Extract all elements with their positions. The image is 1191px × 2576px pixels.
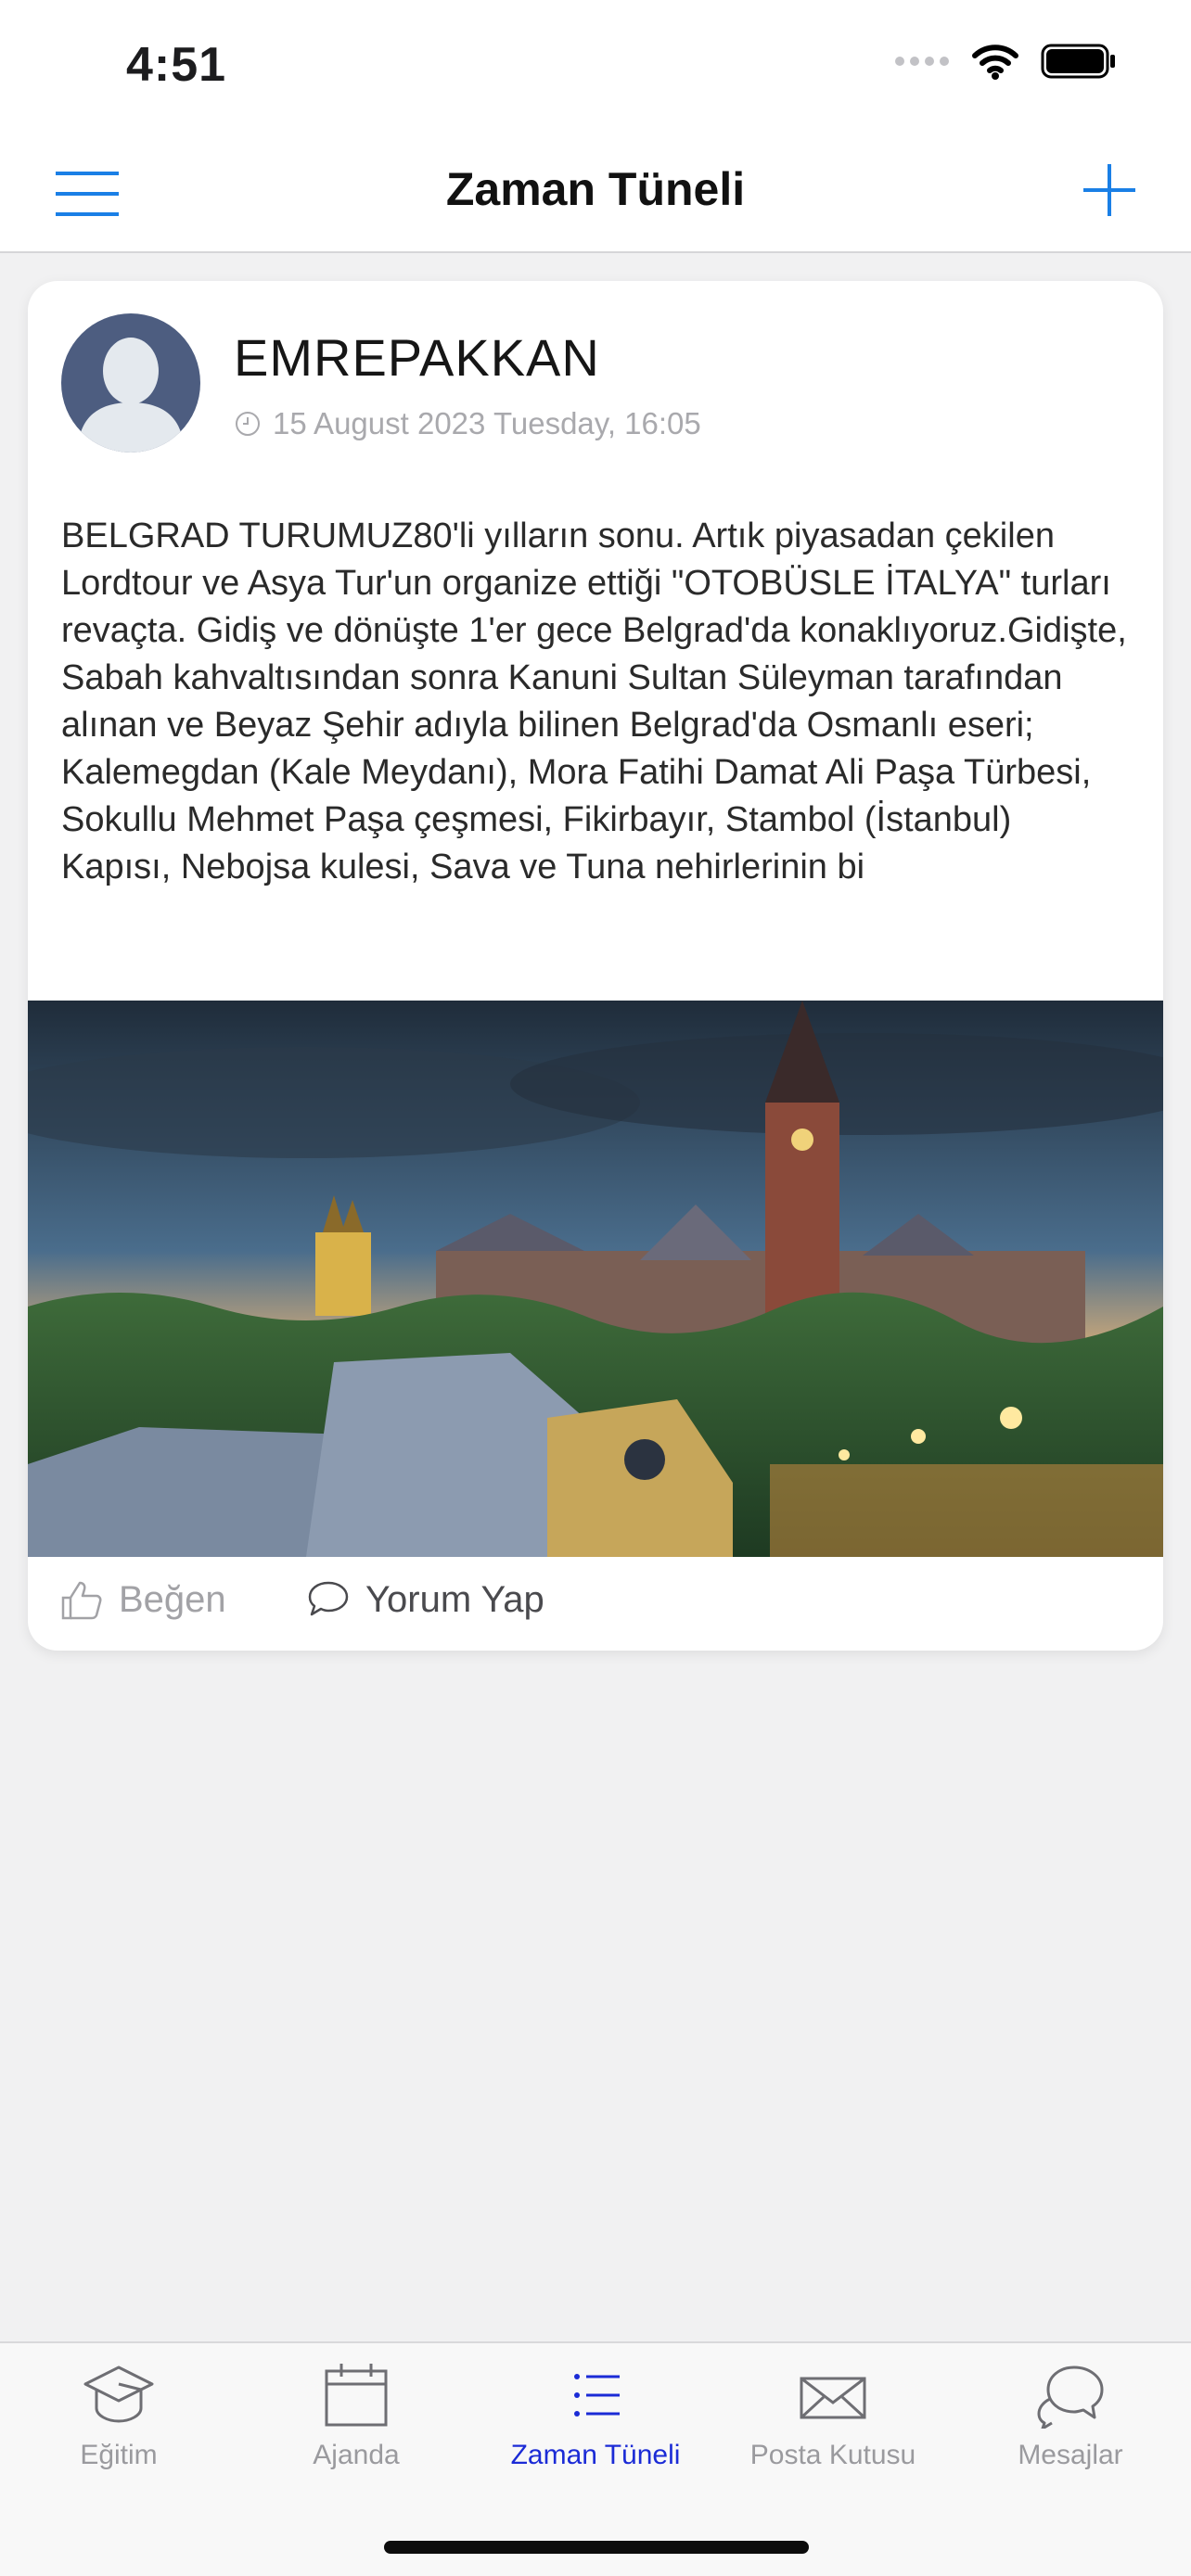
graduation-cap-icon: [83, 2366, 154, 2423]
page-title: Zaman Tüneli: [445, 163, 746, 215]
tab-label-zaman-tuneli: Zaman Tüneli: [510, 2440, 681, 2470]
calendar-icon: [325, 2364, 388, 2427]
tab-ajanda[interactable]: Ajanda: [237, 2362, 475, 2471]
status-bar: 4:51: [0, 0, 1191, 134]
tab-label-posta-kutusu: Posta Kutusu: [749, 2440, 916, 2470]
add-post-button[interactable]: [1082, 162, 1137, 218]
home-indicator[interactable]: [384, 2541, 809, 2554]
status-icons: [894, 43, 1117, 80]
post-body: BELGRAD TURUMUZ80'li yılların sonu. Artı…: [61, 516, 1127, 886]
tab-posta-kutusu[interactable]: Posta Kutusu: [714, 2362, 952, 2471]
wifi-icon: [972, 45, 1018, 80]
tab-egitim[interactable]: Eğitim: [0, 2362, 237, 2471]
thumbs-up-icon: [61, 1581, 102, 1620]
tab-mesajlar[interactable]: Mesajlar: [952, 2362, 1189, 2471]
status-time: 4:51: [126, 38, 227, 92]
default-user-icon: [61, 313, 200, 453]
chat-bubbles-icon: [1037, 2366, 1104, 2429]
envelope-icon: [800, 2377, 866, 2419]
battery-icon: [1041, 44, 1115, 79]
tab-zaman-tuneli[interactable]: Zaman Tüneli: [477, 2362, 714, 2471]
tab-label-ajanda: Ajanda: [313, 2440, 400, 2470]
cellular-signal-icon: [895, 57, 949, 66]
post-photo[interactable]: [28, 1001, 1163, 1557]
list-icon: [574, 2374, 620, 2417]
tab-label-mesajlar: Mesajlar: [1018, 2440, 1123, 2470]
navigation-bar: Zaman Tüneli: [0, 134, 1191, 253]
post-date-text: 15 August 2023 Tuesday, 16:05: [273, 406, 701, 440]
speech-bubble-icon: [308, 1581, 349, 1616]
post-actions: Beğen Yorum Yap: [28, 1557, 1163, 1651]
clock-icon: [236, 412, 260, 436]
plus-icon: [1083, 164, 1135, 216]
post-timestamp: 15 August 2023 Tuesday, 16:05: [234, 406, 701, 441]
avatar[interactable]: [61, 313, 200, 453]
post-author[interactable]: EMREPAKKAN: [234, 327, 600, 388]
post-card: EMREPAKKAN 15 August 2023 Tuesday, 16:05…: [28, 281, 1163, 1651]
like-button[interactable]: Beğen: [59, 1577, 226, 1622]
tab-label-egitim: Eğitim: [80, 2440, 158, 2470]
comment-label: Yorum Yap: [365, 1578, 544, 1620]
like-label: Beğen: [119, 1578, 226, 1620]
comment-button[interactable]: Yorum Yap: [306, 1577, 544, 1622]
